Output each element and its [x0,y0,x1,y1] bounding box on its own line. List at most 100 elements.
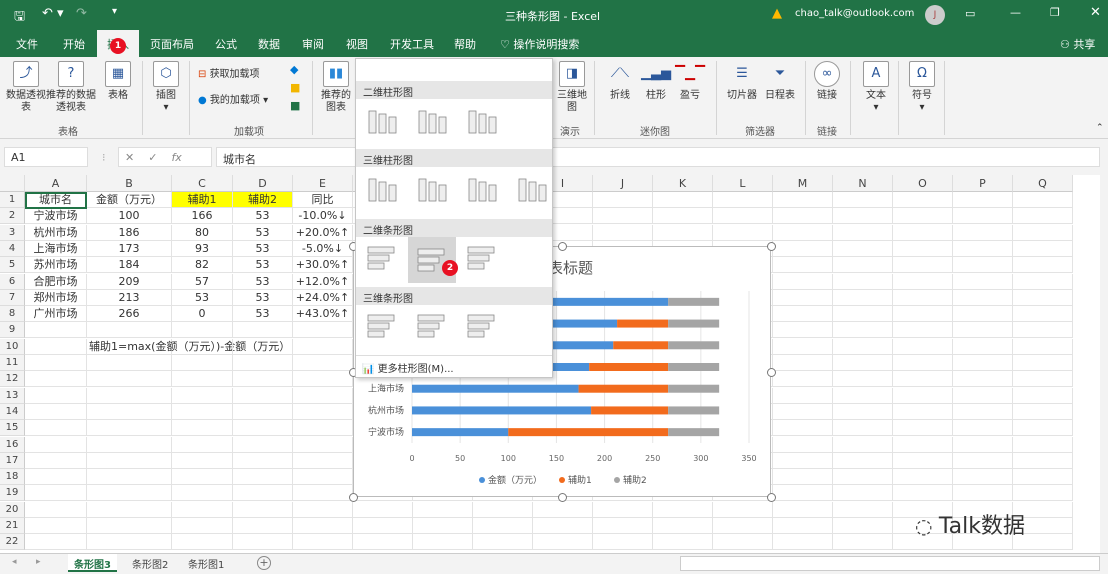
cell[interactable] [533,534,593,551]
cell[interactable] [87,501,172,518]
cell[interactable] [172,403,233,420]
column-2d-chart-option-1[interactable] [362,103,402,137]
table-cell[interactable]: 合肥市场 [25,273,87,290]
cell[interactable] [833,452,893,469]
cell[interactable] [833,436,893,453]
sparkline-column-button[interactable]: ▁▃▅ 柱形 [640,61,672,102]
cell[interactable] [773,371,833,388]
cell[interactable] [893,355,953,371]
cell[interactable] [293,501,353,518]
cell[interactable] [293,355,353,371]
table-cell[interactable]: +43.0%↑ [293,306,353,323]
share-button[interactable]: ⚇ 共享 [1060,36,1095,52]
cell[interactable] [773,257,833,274]
column-header[interactable]: M [773,175,833,192]
minimize-icon[interactable]: — [1010,6,1021,19]
table-cell[interactable]: 57 [172,273,233,290]
cell[interactable] [833,289,893,306]
table-cell[interactable]: 0 [172,306,233,323]
cell[interactable] [353,501,413,518]
cell[interactable] [833,273,893,290]
row-header[interactable]: 15 [0,420,25,437]
cell[interactable] [25,518,87,534]
cell[interactable] [833,501,893,518]
row-header[interactable]: 11 [0,355,25,371]
insert-function-icon[interactable]: fx [171,151,181,164]
column-2d-chart-option-2[interactable] [412,103,452,137]
cell[interactable] [172,469,233,486]
table-cell[interactable]: 苏州市场 [25,257,87,274]
cell[interactable] [953,306,1013,323]
tab-page-layout[interactable]: 页面布局 [150,36,194,52]
cell[interactable] [293,485,353,502]
cell[interactable] [953,208,1013,225]
save-icon[interactable]: 🖫 [14,7,25,29]
cell[interactable] [773,289,833,306]
cell[interactable] [233,501,293,518]
cell[interactable] [172,518,233,534]
sparkline-line-button[interactable]: ⟋⟍ 折线 [604,61,636,102]
cell[interactable] [233,518,293,534]
text-button[interactable]: A 文本 ▾ [860,61,892,114]
cell[interactable] [233,534,293,551]
cell[interactable] [953,452,1013,469]
column-header[interactable]: P [953,175,1013,192]
cell[interactable] [87,371,172,388]
customize-qat-icon[interactable]: ▾ [112,6,117,17]
table-cell[interactable]: 82 [172,257,233,274]
select-all-corner[interactable] [0,175,25,192]
row-header[interactable]: 2 [0,208,25,225]
bar-2d-chart-option-3[interactable] [462,241,502,275]
cell[interactable] [1013,306,1073,323]
cell[interactable] [893,257,953,274]
enter-icon[interactable]: ✓ [148,151,157,164]
cell[interactable] [713,501,773,518]
cell[interactable] [893,289,953,306]
cell[interactable] [87,518,172,534]
cell[interactable] [773,469,833,486]
table-cell[interactable]: 184 [87,257,172,274]
cell[interactable] [833,387,893,404]
cell[interactable] [473,534,533,551]
cell[interactable] [893,224,953,241]
cancel-icon[interactable]: ✕ [125,151,134,164]
cell[interactable] [773,306,833,323]
row-header[interactable]: 1 [0,192,25,208]
cell[interactable] [713,192,773,208]
row-header[interactable]: 3 [0,224,25,241]
pivot-table-button[interactable]: ⤴ 数据透视表 [6,61,46,114]
table-cell[interactable]: 53 [233,273,293,290]
cell[interactable] [653,192,713,208]
vertical-scrollbar[interactable] [1100,175,1108,553]
row-header[interactable]: 7 [0,289,25,306]
cell[interactable] [773,485,833,502]
cell[interactable] [293,338,353,355]
row-header[interactable]: 9 [0,322,25,339]
column-header[interactable]: Q [1013,175,1073,192]
cell[interactable] [25,436,87,453]
cell[interactable] [833,306,893,323]
table-cell[interactable]: 广州市场 [25,306,87,323]
column-header[interactable]: J [593,175,653,192]
cell[interactable] [893,403,953,420]
cell[interactable] [893,469,953,486]
cell[interactable] [87,420,172,437]
cell[interactable] [893,436,953,453]
column-header[interactable]: A [25,175,87,192]
cell[interactable] [953,240,1013,257]
slicer-button[interactable]: ☰ 切片器 [722,61,762,102]
cell[interactable] [172,534,233,551]
cell[interactable] [1013,289,1073,306]
cell[interactable] [172,436,233,453]
row-header[interactable]: 14 [0,403,25,420]
cell[interactable] [833,485,893,502]
cell[interactable] [25,501,87,518]
table-cell[interactable]: 80 [172,224,233,241]
row-header[interactable]: 21 [0,518,25,534]
cell[interactable] [87,355,172,371]
cell[interactable] [233,387,293,404]
timeline-button[interactable]: ⏷ 日程表 [760,61,800,102]
cell[interactable] [893,322,953,339]
cell[interactable] [1013,387,1073,404]
recommended-pivot-button[interactable]: ? 推荐的数据透视表 [46,61,96,114]
